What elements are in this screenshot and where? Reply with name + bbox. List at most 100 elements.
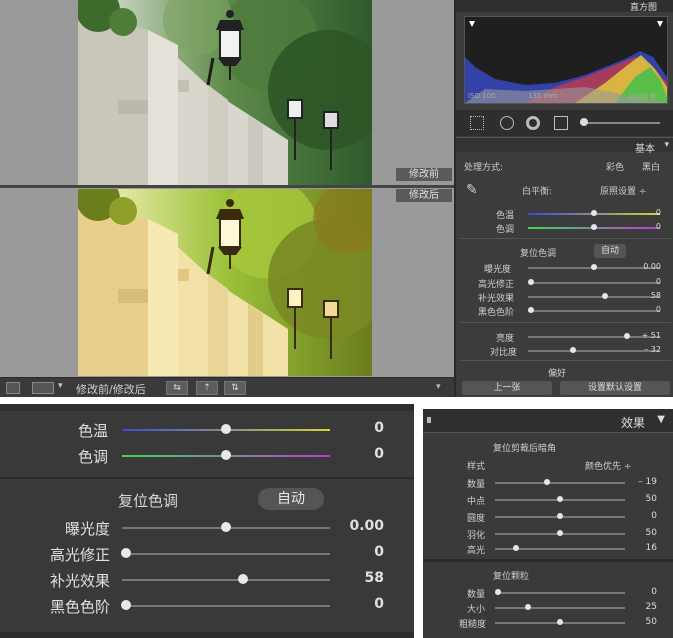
vignette-style-select[interactable]: 颜色优先 ÷ [585, 459, 631, 472]
grain-roughness-slider[interactable] [495, 619, 625, 625]
grain-amount-knob[interactable] [494, 589, 501, 595]
vignette-amount-value: – 19 [638, 477, 657, 487]
red-eye-icon[interactable] [526, 116, 540, 130]
zoom-tone-label[interactable]: 复位色调 [118, 490, 178, 511]
copy-up-button[interactable]: ⇡ [196, 381, 218, 395]
spot-removal-icon[interactable] [500, 116, 514, 130]
toolbar-menu-icon[interactable]: ▾ [436, 382, 441, 392]
highlight-label: 高光修正 [478, 280, 515, 290]
zoom-fill-knob[interactable] [237, 574, 248, 584]
collapse-arrow-icon[interactable]: ▾ [664, 140, 669, 150]
tone-label[interactable]: 复位色调 [520, 246, 556, 259]
zoom-highlight-slider[interactable] [121, 548, 330, 558]
zoom-exposure-knob[interactable] [221, 522, 231, 532]
vignette-roundness-label: 圆度 [467, 514, 486, 524]
photo-before[interactable] [78, 0, 372, 185]
zoom-temp-slider[interactable] [122, 424, 330, 434]
vignette-highlights-label: 高光 [467, 546, 486, 556]
before-after-viewer: 修改前 修改后 ▾ 修改前/修改后 ⇆ ⇡ ⇅ ▾ [0, 0, 454, 397]
fill-label: 补光效果 [478, 294, 515, 304]
contrast-slider[interactable] [528, 347, 660, 353]
treatment-color-option[interactable]: 彩色 [606, 160, 624, 173]
vignette-midpoint-knob[interactable] [557, 496, 563, 502]
basic-separator-2 [460, 322, 671, 323]
brush-knob[interactable] [580, 118, 588, 126]
before-after-mode-button[interactable] [32, 382, 54, 394]
vignette-highlights-slider[interactable] [495, 545, 625, 551]
brightness-knob[interactable] [624, 333, 630, 339]
develop-right-panel: 直方图 ISO 100 135 mm – 1/200 秒 基本 ▾ 处理方式: … [454, 0, 673, 397]
black-label: 黑色色阶 [478, 308, 515, 318]
vignette-reset-label[interactable]: 复位剪裁后暗角 [493, 441, 556, 454]
grain-size-knob[interactable] [524, 604, 531, 610]
highlight-knob[interactable] [527, 279, 534, 285]
effects-title: 效果 [620, 416, 645, 430]
vignette-feather-value: 50 [645, 528, 657, 538]
basic-header[interactable]: 基本 ▾ [456, 137, 673, 155]
grain-amount-slider[interactable] [494, 589, 625, 595]
zoom-fill-slider[interactable] [122, 574, 330, 584]
dropdown-arrow-icon[interactable]: ▾ [58, 381, 63, 391]
zoom-black-knob[interactable] [121, 600, 132, 610]
black-slider[interactable] [527, 307, 660, 313]
zoom-exposure-slider[interactable] [122, 522, 330, 532]
grain-roughness-knob[interactable] [557, 619, 563, 625]
zoom-black-slider[interactable] [121, 600, 330, 610]
brush-slider[interactable] [580, 122, 660, 124]
vignette-feather-slider[interactable] [495, 530, 625, 536]
exposure-knob[interactable] [591, 264, 597, 270]
temp-knob[interactable] [591, 210, 597, 216]
grain-reset-label[interactable]: 复位颗粒 [493, 569, 529, 582]
black-knob[interactable] [527, 307, 534, 313]
grain-amount-value: 0 [651, 587, 657, 597]
contrast-knob[interactable] [569, 347, 576, 353]
loupe-view-button[interactable] [6, 382, 20, 394]
zoom-tint-slider[interactable] [122, 450, 330, 460]
fill-slider[interactable] [528, 293, 660, 299]
temp-slider[interactable] [528, 210, 660, 216]
zoom-temp-knob[interactable] [221, 424, 231, 434]
zoom-auto-button[interactable]: 自动 [258, 488, 324, 510]
graduated-filter-icon[interactable] [554, 116, 568, 130]
vignette-amount-knob[interactable] [544, 479, 550, 485]
eyedropper-icon[interactable]: ✎ [466, 182, 478, 198]
vignette-roundness-slider[interactable] [495, 513, 625, 519]
zoom-tint-label: 色调 [77, 448, 108, 466]
highlight-slider[interactable] [527, 279, 660, 285]
tint-slider[interactable] [528, 224, 660, 230]
contrast-value: – 32 [644, 345, 661, 354]
zoom-tint-value: 0 [374, 446, 384, 462]
vignette-highlights-knob[interactable] [512, 545, 519, 551]
vignette-midpoint-slider[interactable] [495, 496, 625, 502]
photo-after[interactable] [78, 189, 372, 376]
histogram-header[interactable]: 直方图 [456, 0, 673, 13]
exposure-value: 0.00 [643, 262, 661, 271]
zoom-highlight-value: 0 [374, 544, 384, 560]
auto-button[interactable]: 自动 [594, 244, 626, 258]
exposure-slider[interactable] [528, 264, 660, 270]
vignette-amount-slider[interactable] [495, 479, 625, 485]
brightness-slider[interactable] [528, 333, 660, 339]
white-balance-select[interactable]: 原照设置 ÷ [600, 184, 646, 197]
treatment-bw-option[interactable]: 黑白 [642, 160, 660, 173]
tint-knob[interactable] [591, 224, 597, 230]
vignette-feather-knob[interactable] [557, 530, 563, 536]
effects-header[interactable]: 效果 ▼ [423, 409, 673, 433]
vignette-roundness-knob[interactable] [557, 513, 563, 519]
focal-readout: 135 mm [528, 92, 558, 100]
effects-collapse-icon[interactable]: ▼ [657, 414, 665, 425]
panel-handle-icon [427, 417, 431, 423]
reset-defaults-button[interactable]: 设置默认设置 [560, 381, 670, 395]
previous-button[interactable]: 上一张 [462, 381, 552, 395]
fill-knob[interactable] [601, 293, 608, 299]
vignette-highlights-value: 16 [645, 543, 657, 553]
crop-grid-icon[interactable] [470, 116, 484, 130]
zoom-tint-knob[interactable] [221, 450, 231, 460]
grain-size-slider[interactable] [495, 604, 625, 610]
swap-button[interactable]: ⇅ [224, 381, 246, 395]
zoom-highlight-knob[interactable] [121, 548, 132, 558]
before-photo-image [78, 0, 372, 185]
brightness-value: + 51 [641, 331, 661, 340]
swap-settings-button[interactable]: ⇆ [166, 381, 188, 395]
before-after-label: 修改前/修改后 [76, 383, 146, 396]
